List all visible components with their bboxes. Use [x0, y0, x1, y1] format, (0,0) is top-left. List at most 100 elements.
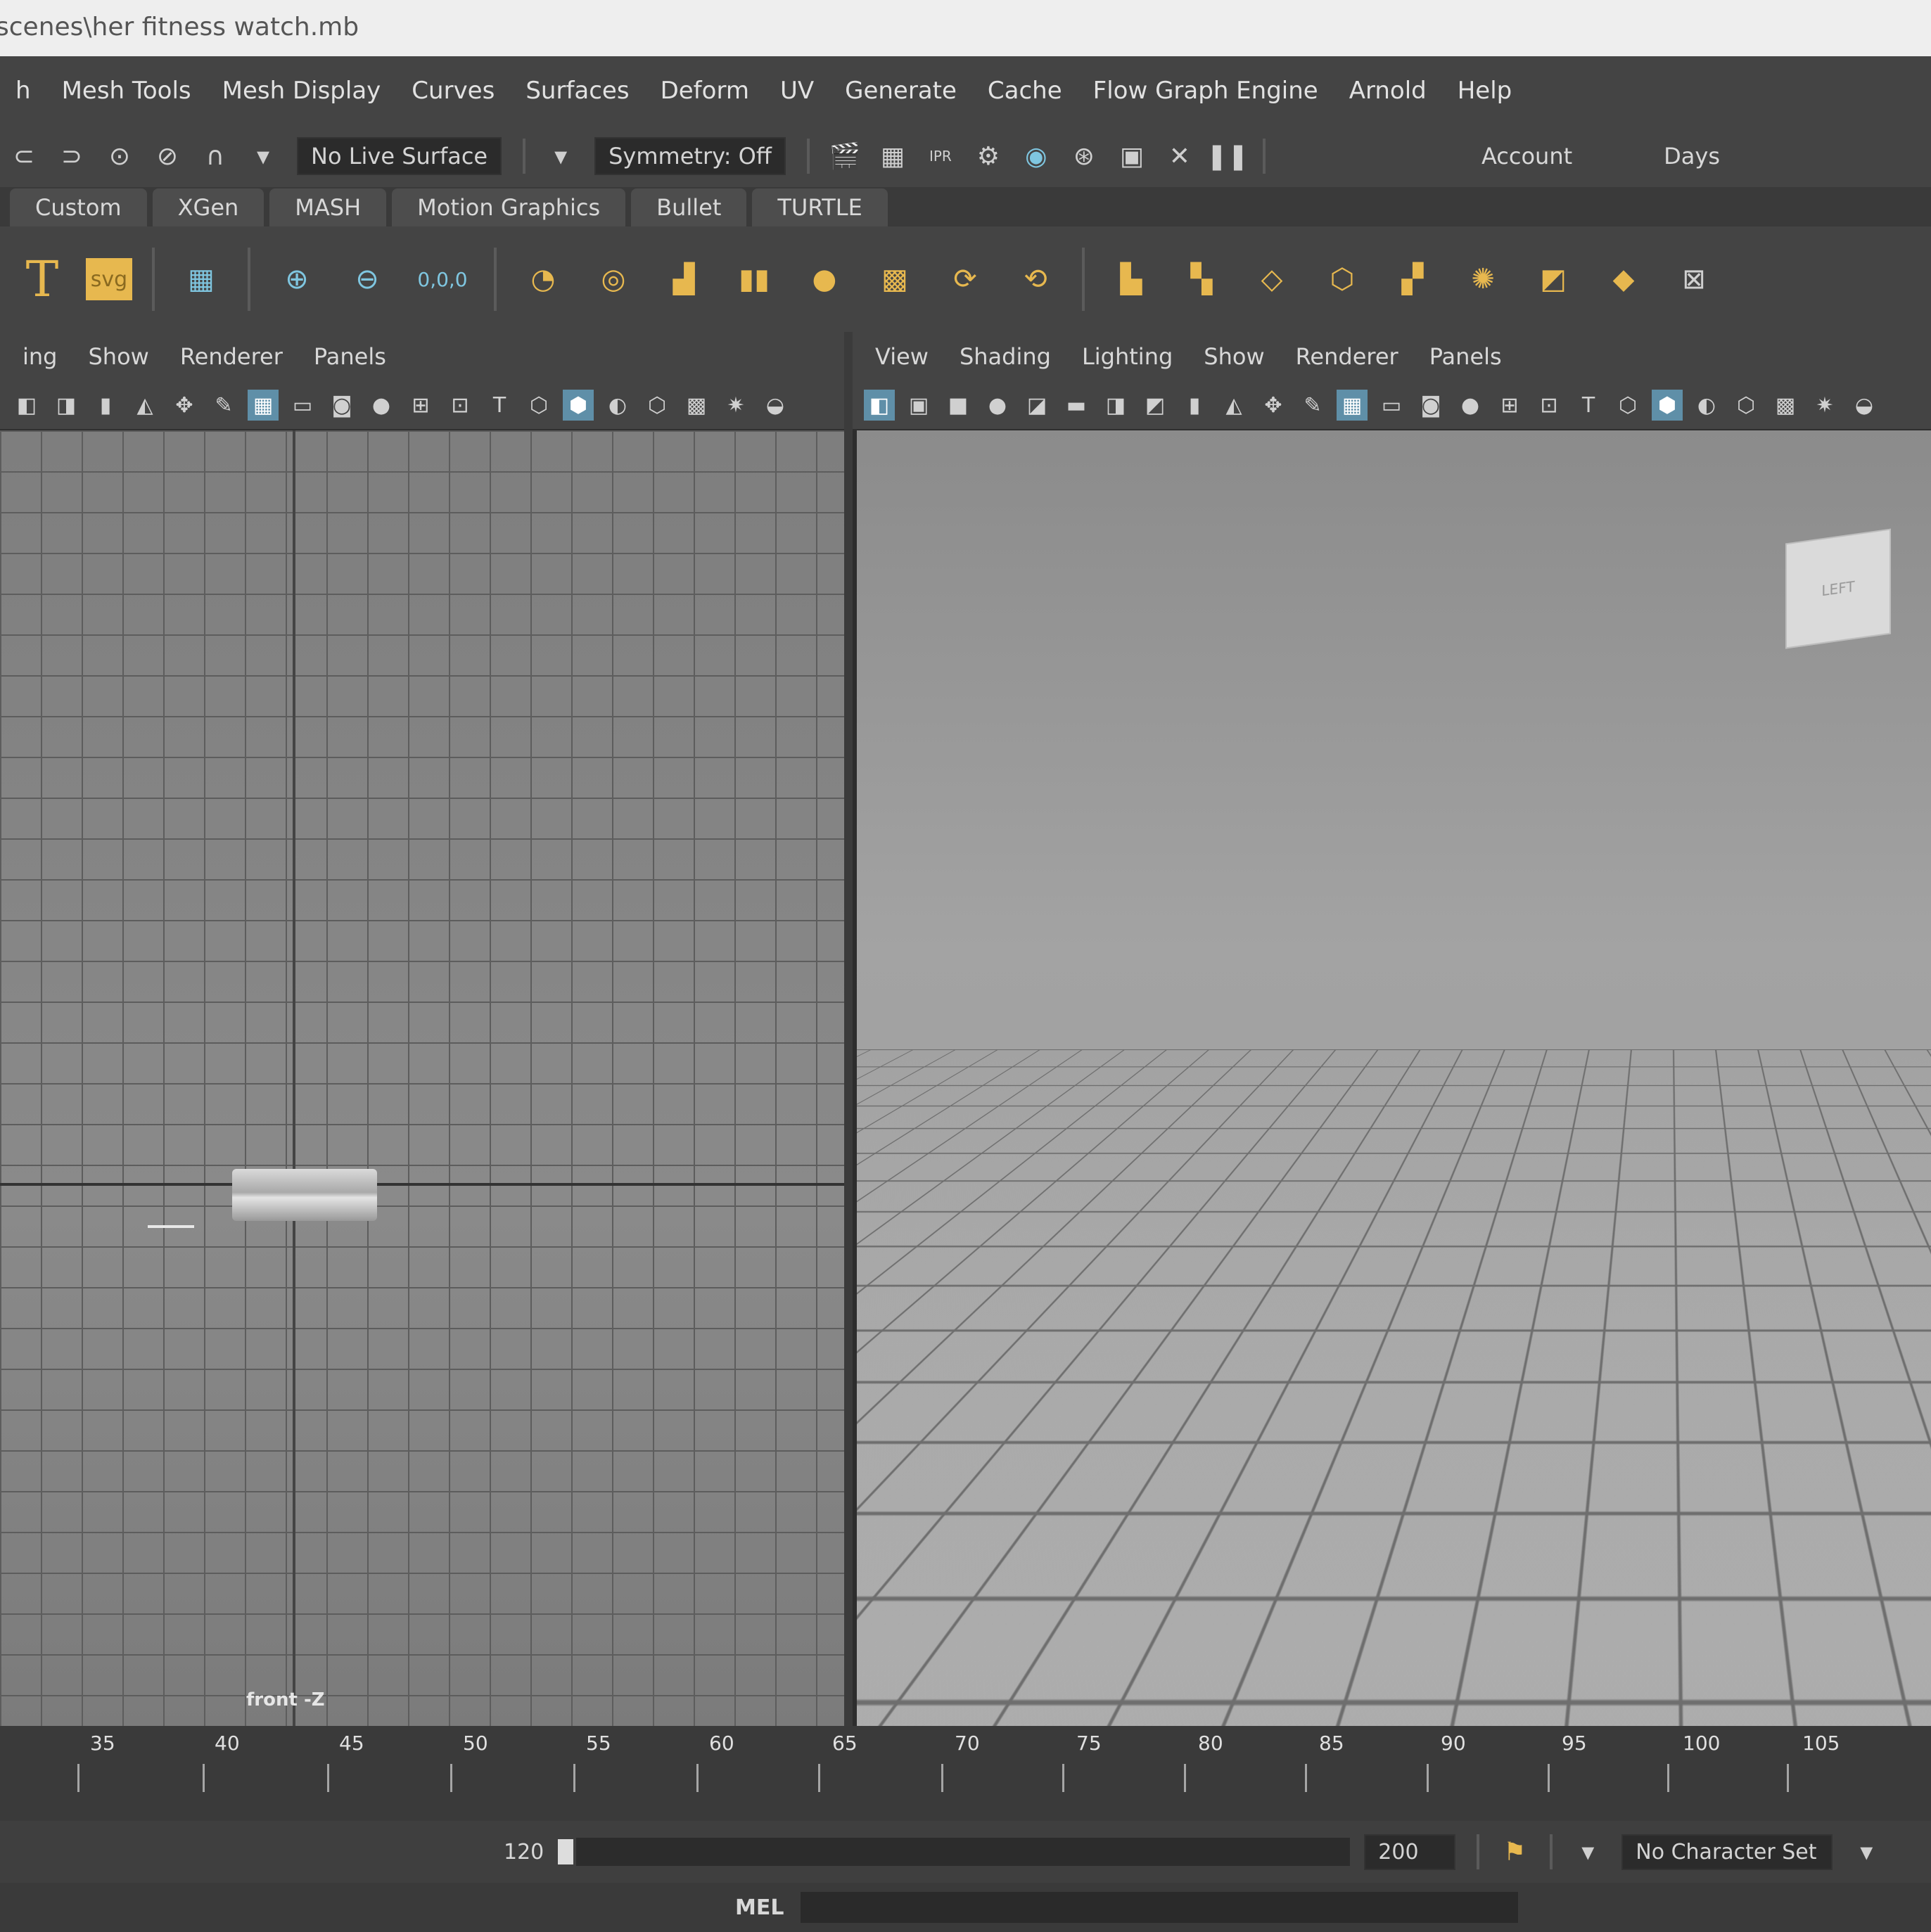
lights-icon[interactable]: ✷: [1809, 390, 1840, 421]
chevron-down-icon[interactable]: ▾: [246, 139, 280, 173]
resolution-gate-icon[interactable]: ◙: [326, 390, 357, 421]
menu-cache[interactable]: Cache: [972, 77, 1078, 105]
smooth-shade-icon[interactable]: ⬢: [1652, 390, 1683, 421]
shelf-tab-xgen[interactable]: XGen: [153, 188, 265, 226]
image-plane-icon[interactable]: ▬: [1061, 390, 1092, 421]
safe-title-icon[interactable]: T: [1573, 390, 1604, 421]
auto-key-icon[interactable]: ⚑: [1498, 1835, 1531, 1869]
gate-mask-icon[interactable]: ●: [1455, 390, 1486, 421]
shelf-tab-custom[interactable]: Custom: [10, 188, 147, 226]
menu-surfaces[interactable]: Surfaces: [510, 77, 644, 105]
camera-icon[interactable]: ◧: [11, 390, 42, 421]
panel-menu-renderer[interactable]: Renderer: [165, 343, 298, 370]
view-cube[interactable]: LEFT: [1785, 528, 1891, 648]
type-tool-icon[interactable]: T: [15, 252, 69, 306]
panel-menu-lighting[interactable]: ing: [7, 343, 72, 370]
menu-deform[interactable]: Deform: [645, 77, 765, 105]
move-camera-icon[interactable]: ✥: [1258, 390, 1289, 421]
smooth-shade-icon[interactable]: ⬢: [563, 390, 594, 421]
select-camera-icon[interactable]: ◧: [864, 390, 895, 421]
cage-icon[interactable]: ⊠: [1667, 252, 1721, 306]
extrude-icon[interactable]: ⟳: [938, 252, 992, 306]
snap-to-view-icon[interactable]: ⊘: [151, 139, 184, 173]
xray-icon[interactable]: ▩: [1770, 390, 1801, 421]
freeze-transform-icon[interactable]: 0,0,0: [411, 252, 474, 306]
textured-icon[interactable]: ◐: [602, 390, 633, 421]
live-surface-field[interactable]: No Live Surface: [297, 137, 502, 175]
safe-title-icon[interactable]: T: [484, 390, 515, 421]
shadows-icon[interactable]: ◒: [1849, 390, 1880, 421]
magnet-icon[interactable]: ∩: [198, 139, 232, 173]
textured-icon[interactable]: ◐: [1691, 390, 1722, 421]
range-bar[interactable]: [576, 1838, 1350, 1866]
persp-viewport[interactable]: LEFT ➤ ⟂ persp: [853, 430, 1931, 1726]
chevron-down-icon[interactable]: ▾: [544, 139, 578, 173]
render-setup-icon[interactable]: ⊛: [1067, 139, 1101, 173]
pause-icon[interactable]: ❚❚: [1211, 139, 1244, 173]
grease-pencil-icon[interactable]: ◩: [1140, 390, 1171, 421]
camera-attributes-icon[interactable]: ●: [982, 390, 1013, 421]
menu-mesh-tools[interactable]: Mesh Tools: [46, 77, 207, 105]
panel-menu-panels[interactable]: Panels: [1414, 343, 1517, 370]
menu-generate[interactable]: Generate: [829, 77, 972, 105]
watch-model-front[interactable]: [232, 1169, 377, 1221]
boolean-icon[interactable]: ●: [798, 252, 851, 306]
camera-attributes-icon[interactable]: ◨: [51, 390, 82, 421]
snap-to-curve-icon[interactable]: ⊃: [55, 139, 89, 173]
panel-menu-panels[interactable]: Panels: [298, 343, 402, 370]
film-gate-icon[interactable]: ▭: [1376, 390, 1407, 421]
film-gate-icon[interactable]: ▭: [287, 390, 318, 421]
pencil-icon[interactable]: ✎: [208, 390, 239, 421]
camera-icon[interactable]: ■: [943, 390, 974, 421]
wireframe-icon[interactable]: ⬡: [523, 390, 554, 421]
playback-end-field[interactable]: 200: [1364, 1834, 1455, 1870]
bookmark-icon[interactable]: ◪: [1021, 390, 1052, 421]
menu-uv[interactable]: UV: [765, 77, 829, 105]
shadows-icon[interactable]: ◒: [760, 390, 791, 421]
time-slider[interactable]: 35 40 45 50 55 60 65 70 75 80 85 90 95 1…: [0, 1726, 1931, 1821]
image-plane-icon[interactable]: ◭: [1218, 390, 1249, 421]
snap-to-point-icon[interactable]: ⊙: [103, 139, 136, 173]
insert-edge-loop-icon[interactable]: ▚: [1175, 252, 1228, 306]
grid-icon[interactable]: ▦: [174, 252, 228, 306]
field-chart-icon[interactable]: ⊞: [405, 390, 436, 421]
front-viewport[interactable]: front -Z: [0, 430, 844, 1726]
wireframe-on-shaded-icon[interactable]: ⬡: [1731, 390, 1761, 421]
gate-mask-icon[interactable]: ●: [366, 390, 397, 421]
menu-curves[interactable]: Curves: [396, 77, 510, 105]
cube-icon[interactable]: ⬡: [1315, 252, 1369, 306]
field-chart-icon[interactable]: ⊞: [1494, 390, 1525, 421]
ipr-render-icon[interactable]: IPR: [924, 139, 957, 173]
bevel-icon[interactable]: ▙: [1104, 252, 1158, 306]
wireframe-icon[interactable]: ⬡: [1612, 390, 1643, 421]
chevron-down-icon[interactable]: ▾: [1849, 1835, 1883, 1869]
delete-history-icon[interactable]: ⊖: [340, 252, 394, 306]
smooth-icon[interactable]: ▩: [868, 252, 922, 306]
safe-action-icon[interactable]: ⊡: [445, 390, 476, 421]
bookmark-icon[interactable]: ▮: [1179, 390, 1210, 421]
symmetry-dropdown[interactable]: Symmetry: Off: [594, 137, 786, 175]
lasso-select-icon[interactable]: ◔: [516, 252, 570, 306]
mirror-icon[interactable]: ▮▮: [727, 252, 781, 306]
plane-icon[interactable]: ◆: [1597, 252, 1650, 306]
grid-toggle-icon[interactable]: ▦: [248, 390, 279, 421]
lights-icon[interactable]: ✷: [720, 390, 751, 421]
character-set-dropdown[interactable]: No Character Set: [1621, 1834, 1833, 1870]
fill-hole-icon[interactable]: ▞: [1386, 252, 1439, 306]
snap-to-grid-icon[interactable]: ⊂: [7, 139, 41, 173]
watch-model-persp[interactable]: [1265, 1148, 1462, 1225]
shelf-tab-mash[interactable]: MASH: [269, 188, 386, 226]
menu-help[interactable]: Help: [1442, 77, 1528, 105]
command-language-label[interactable]: MEL: [735, 1895, 784, 1920]
menu-h[interactable]: h: [0, 77, 46, 105]
bridge-icon[interactable]: ⟲: [1009, 252, 1062, 306]
chevron-down-icon[interactable]: ▾: [1571, 1835, 1605, 1869]
safe-action-icon[interactable]: ⊡: [1534, 390, 1564, 421]
panel-menu-renderer[interactable]: Renderer: [1280, 343, 1414, 370]
bookmark-icon[interactable]: ▮: [90, 390, 121, 421]
panel-menu-lighting[interactable]: Lighting: [1066, 343, 1188, 370]
move-camera-icon[interactable]: ✥: [169, 390, 200, 421]
render-frame-icon[interactable]: ▦: [876, 139, 910, 173]
arnold-render-icon[interactable]: ✕: [1163, 139, 1197, 173]
light-editor-icon[interactable]: ▣: [1115, 139, 1149, 173]
